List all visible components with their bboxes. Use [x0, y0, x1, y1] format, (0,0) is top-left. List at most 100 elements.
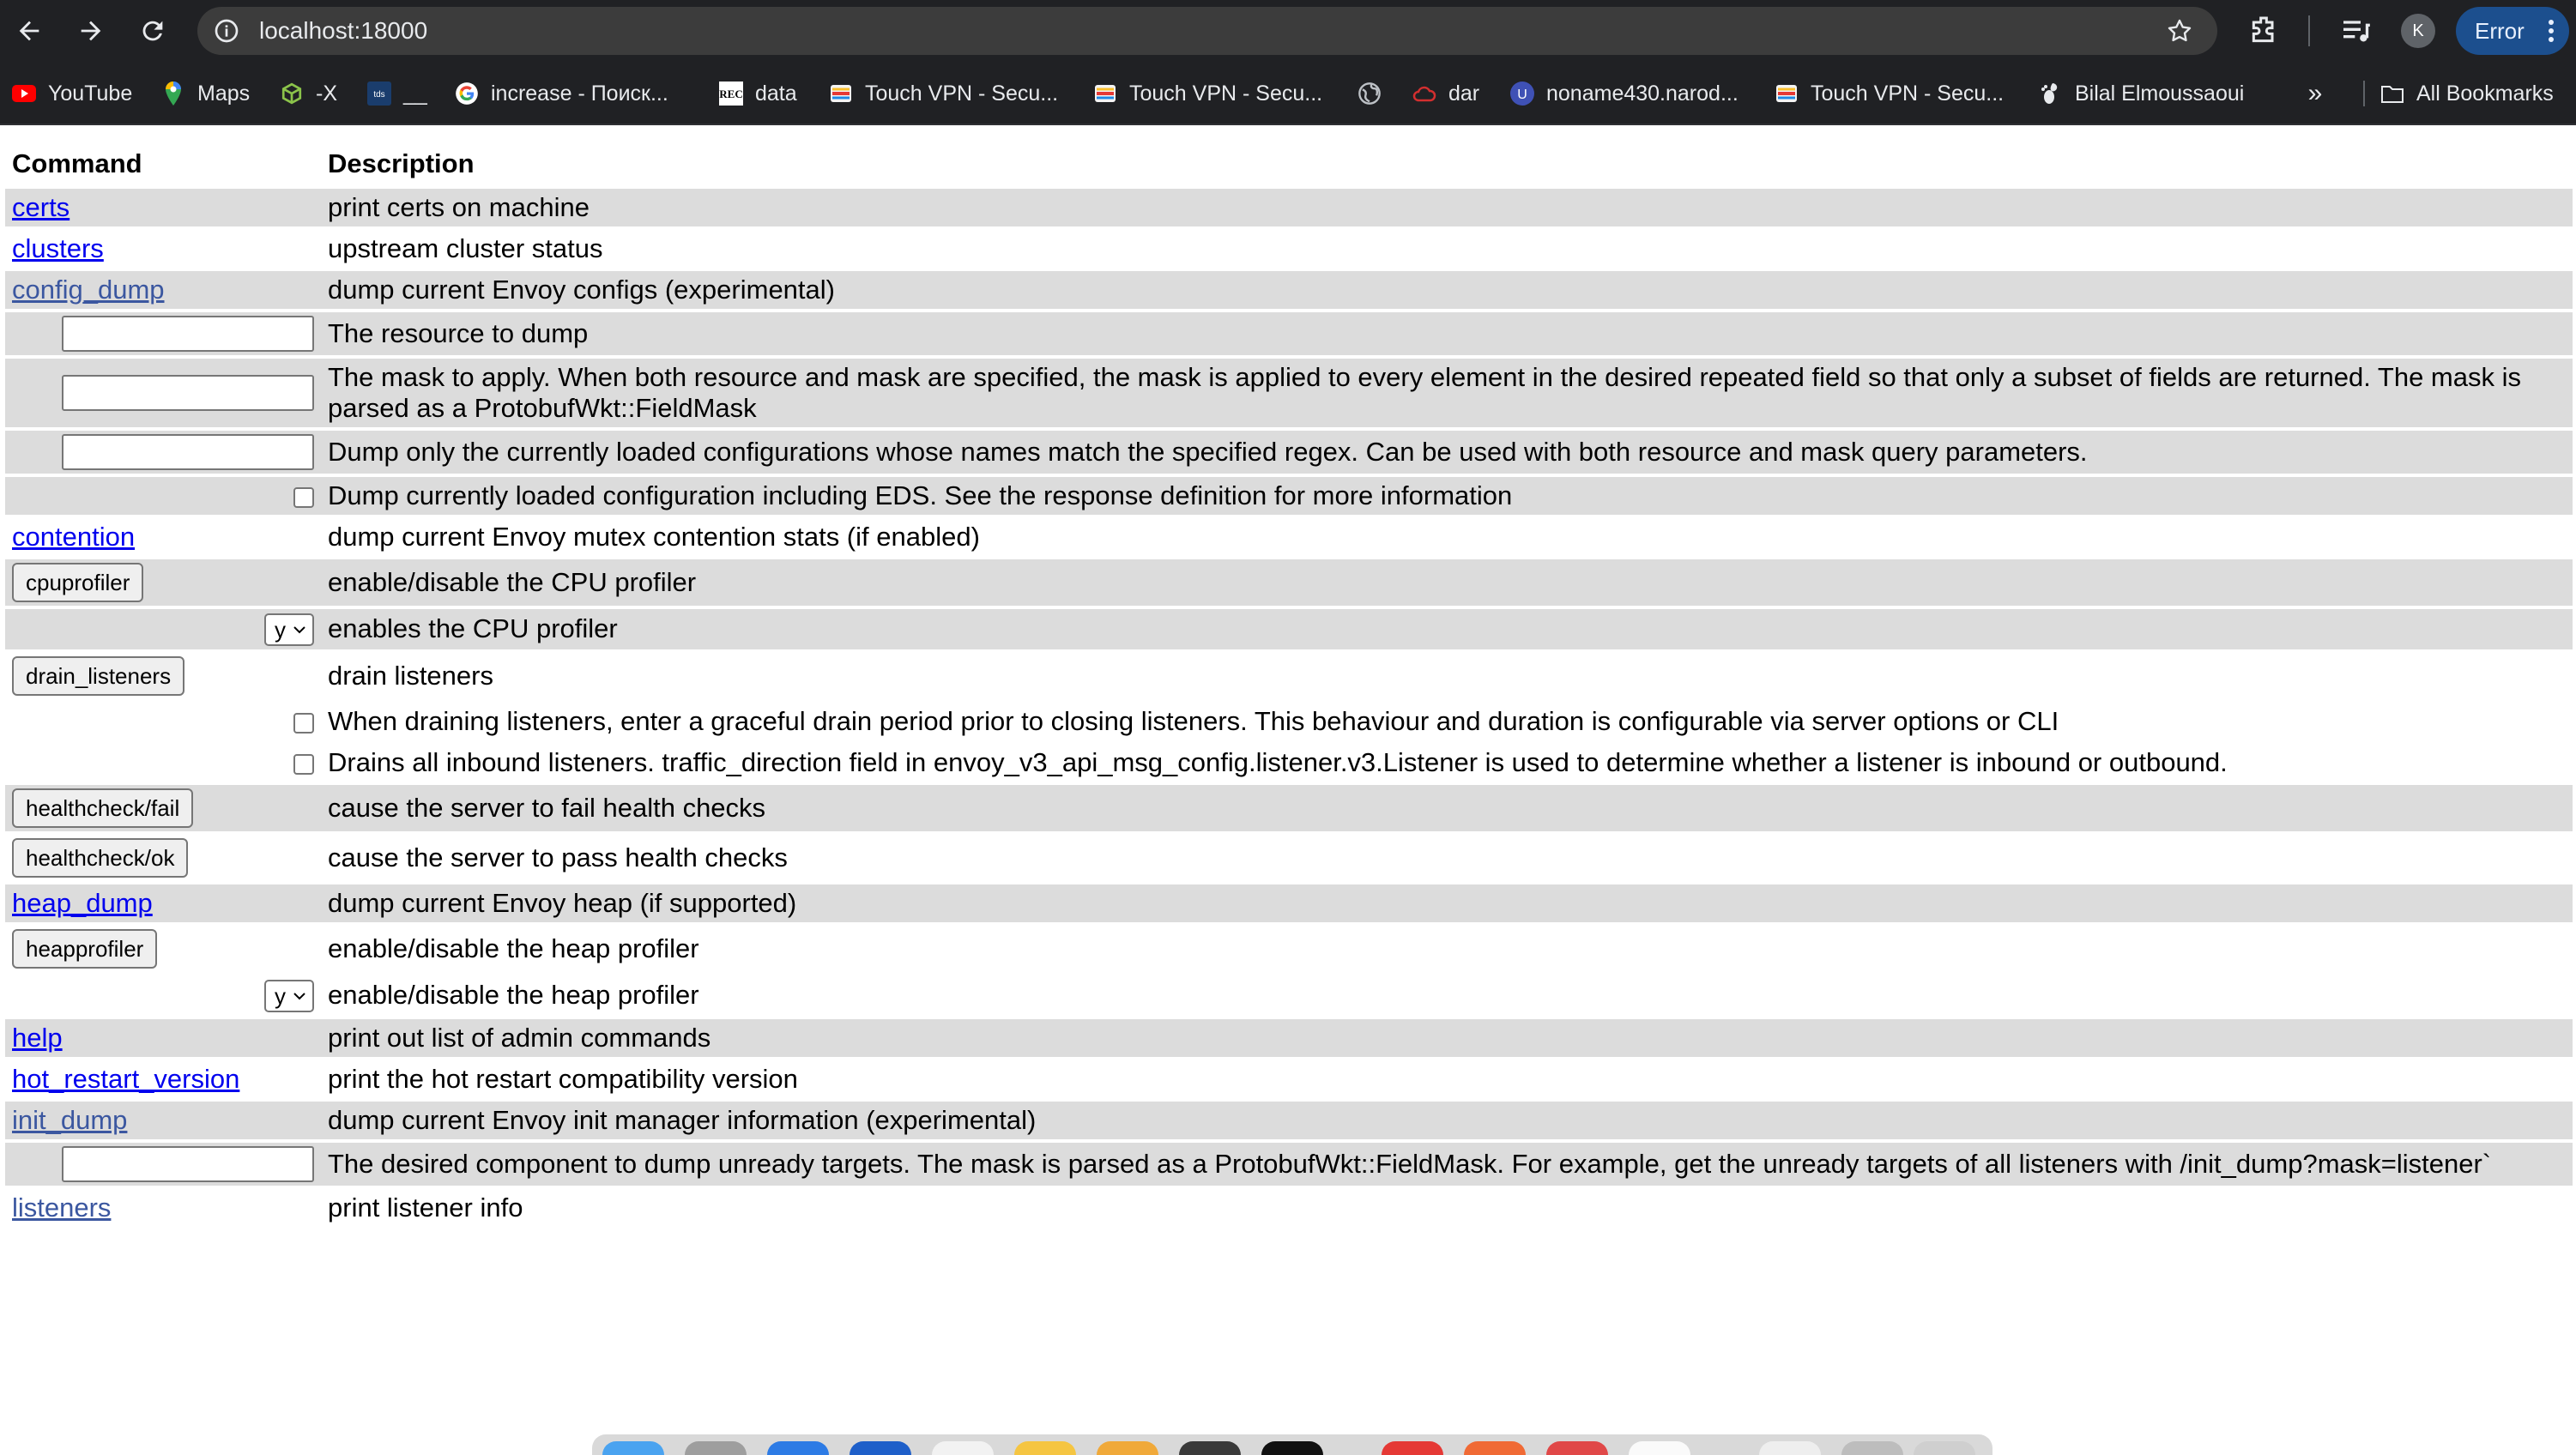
- bookmark-star-icon[interactable]: [2166, 17, 2193, 45]
- param-row: The mask to apply. When both resource an…: [5, 359, 2573, 427]
- dock-app-icon[interactable]: [932, 1441, 994, 1455]
- dock-app-icon[interactable]: [850, 1441, 911, 1455]
- param-description: When draining listeners, enter a gracefu…: [328, 705, 2059, 736]
- dock-app-icon[interactable]: [1261, 1441, 1323, 1455]
- extensions-puzzle-icon[interactable]: [2246, 14, 2281, 48]
- command-link-contention[interactable]: contention: [12, 522, 135, 552]
- bookmark-touchvpn-2[interactable]: Touch VPN - Secu...: [1093, 77, 1322, 110]
- healthcheck-ok-button[interactable]: healthcheck/ok: [12, 837, 189, 878]
- init-dump-mask-input[interactable]: [62, 1145, 314, 1182]
- dock-app-icon[interactable]: [1382, 1441, 1443, 1455]
- param-description: enables the CPU profiler: [321, 609, 2573, 649]
- command-description: cause the server to pass health checks: [328, 842, 788, 872]
- command-link-hot-restart-version[interactable]: hot_restart_version: [12, 1064, 239, 1094]
- dock-app-icon[interactable]: [1464, 1441, 1526, 1455]
- bookmark-noname430[interactable]: U noname430.narod...: [1510, 77, 1738, 110]
- kebab-menu-icon: [2549, 20, 2554, 42]
- command-link-init-dump[interactable]: init_dump: [12, 1105, 127, 1135]
- command-link-certs[interactable]: certs: [12, 192, 70, 222]
- table-row: healthcheck/fail cause the server to fai…: [5, 784, 2573, 831]
- forward-button[interactable]: [70, 10, 112, 51]
- media-queue-icon[interactable]: [2339, 14, 2373, 48]
- bookmark-dar[interactable]: dar: [1412, 77, 1479, 110]
- command-link-clusters[interactable]: clusters: [12, 233, 104, 263]
- dock-app-icon[interactable]: [1629, 1441, 1690, 1455]
- command-link-config-dump[interactable]: config_dump: [12, 275, 165, 305]
- drain-graceful-checkbox[interactable]: [293, 712, 314, 734]
- reload-icon: [142, 21, 163, 41]
- command-link-heap-dump[interactable]: heap_dump: [12, 888, 153, 918]
- command-link-help[interactable]: help: [12, 1023, 63, 1053]
- globe-icon: [1358, 82, 1382, 106]
- folder-icon: [2380, 82, 2404, 106]
- bookmark-label: dar: [1448, 81, 1480, 106]
- select-value: y: [275, 616, 286, 643]
- drain-inbound-only-checkbox[interactable]: [293, 753, 314, 775]
- table-row: heap_dump dump current Envoy heap (if su…: [5, 884, 2573, 922]
- svg-text:REC: REC: [719, 88, 742, 100]
- bookmark-bilal[interactable]: Bilal Elmoussaoui: [2039, 77, 2244, 110]
- bookmarks-overflow-button[interactable]: »: [2300, 77, 2331, 110]
- site-info-icon[interactable]: [213, 17, 240, 45]
- dock-app-icon[interactable]: [1841, 1441, 1903, 1455]
- param-row: The resource to dump: [5, 312, 2573, 355]
- bookmarks-bar: YouTube Maps -X tds __ increase - Поиск.…: [0, 62, 2576, 125]
- command-link-listeners[interactable]: listeners: [12, 1192, 111, 1223]
- param-description: Drains all inbound listeners. traffic_di…: [328, 746, 2228, 777]
- profile-avatar[interactable]: K: [2401, 14, 2435, 48]
- reload-button[interactable]: [132, 10, 173, 51]
- cloud-icon: [1412, 82, 1436, 106]
- google-icon: [455, 82, 479, 106]
- browser-error-button[interactable]: Error: [2456, 7, 2569, 55]
- param-row: y enable/disable the heap profiler: [5, 975, 2573, 1016]
- bookmark-x[interactable]: -X: [280, 77, 337, 110]
- address-bar[interactable]: localhost:18000: [197, 7, 2217, 55]
- bookmark-touchvpn-3[interactable]: Touch VPN - Secu...: [1775, 77, 2004, 110]
- config-dump-resource-input[interactable]: [62, 316, 314, 352]
- all-bookmarks-button[interactable]: All Bookmarks: [2380, 77, 2554, 110]
- param-row: Dump only the currently loaded configura…: [5, 431, 2573, 474]
- back-button[interactable]: [9, 10, 50, 51]
- table-header-row: Command Description: [5, 142, 2573, 185]
- bookmark-label: YouTube: [48, 81, 133, 106]
- bookmark-data[interactable]: REC data: [719, 77, 797, 110]
- healthcheck-fail-button[interactable]: healthcheck/fail: [12, 788, 194, 828]
- config-dump-name-regex-input[interactable]: [62, 434, 314, 470]
- dock-app-icon[interactable]: [767, 1441, 829, 1455]
- heapprofiler-enable-select[interactable]: y: [264, 979, 314, 1012]
- dock-app-icon[interactable]: [685, 1441, 747, 1455]
- dock-app-icon[interactable]: [1097, 1441, 1158, 1455]
- table-row: drain_listeners drain listeners: [5, 653, 2573, 699]
- dock-app-icon[interactable]: [1546, 1441, 1608, 1455]
- browser-toolbar: localhost:18000 K Error: [0, 0, 2576, 62]
- command-description: dump current Envoy mutex contention stat…: [328, 522, 980, 552]
- param-row: When draining listeners, enter a gracefu…: [5, 703, 2573, 740]
- command-description: print out list of admin commands: [321, 1018, 2573, 1057]
- bookmark-label: -X: [316, 81, 337, 106]
- dock-app-icon[interactable]: [602, 1441, 664, 1455]
- param-row: The desired component to dump unready ta…: [5, 1142, 2573, 1186]
- bookmark-tds[interactable]: tds __: [367, 77, 427, 110]
- table-row: hot_restart_version print the hot restar…: [5, 1060, 2573, 1098]
- cpuprofiler-enable-select[interactable]: y: [264, 613, 314, 646]
- config-dump-include-eds-checkbox[interactable]: [293, 486, 314, 508]
- bookmark-touchvpn-1[interactable]: Touch VPN - Secu...: [829, 77, 1058, 110]
- dock-app-icon[interactable]: [1914, 1441, 1975, 1455]
- command-description: drain listeners: [328, 660, 493, 691]
- dock-app-icon[interactable]: [1179, 1441, 1241, 1455]
- bookmark-maps[interactable]: Maps: [161, 77, 250, 110]
- bookmark-google-search[interactable]: increase - Поиск...: [455, 77, 668, 110]
- bookmark-youtube[interactable]: YouTube: [12, 77, 132, 110]
- u-icon: U: [1510, 82, 1534, 106]
- bookmark-label: Touch VPN - Secu...: [865, 81, 1059, 106]
- heapprofiler-button[interactable]: heapprofiler: [12, 928, 158, 969]
- config-dump-mask-input[interactable]: [62, 375, 314, 411]
- bookmark-globe[interactable]: [1358, 77, 1394, 110]
- table-row: cpuprofiler enable/disable the CPU profi…: [5, 559, 2573, 606]
- drain-listeners-button[interactable]: drain_listeners: [12, 655, 185, 696]
- cpuprofiler-button[interactable]: cpuprofiler: [12, 563, 144, 602]
- command-description: enable/disable the heap profiler: [328, 933, 699, 963]
- column-header-command: Command: [12, 148, 142, 178]
- dock-app-icon[interactable]: [1014, 1441, 1076, 1455]
- dock-app-icon[interactable]: [1759, 1441, 1821, 1455]
